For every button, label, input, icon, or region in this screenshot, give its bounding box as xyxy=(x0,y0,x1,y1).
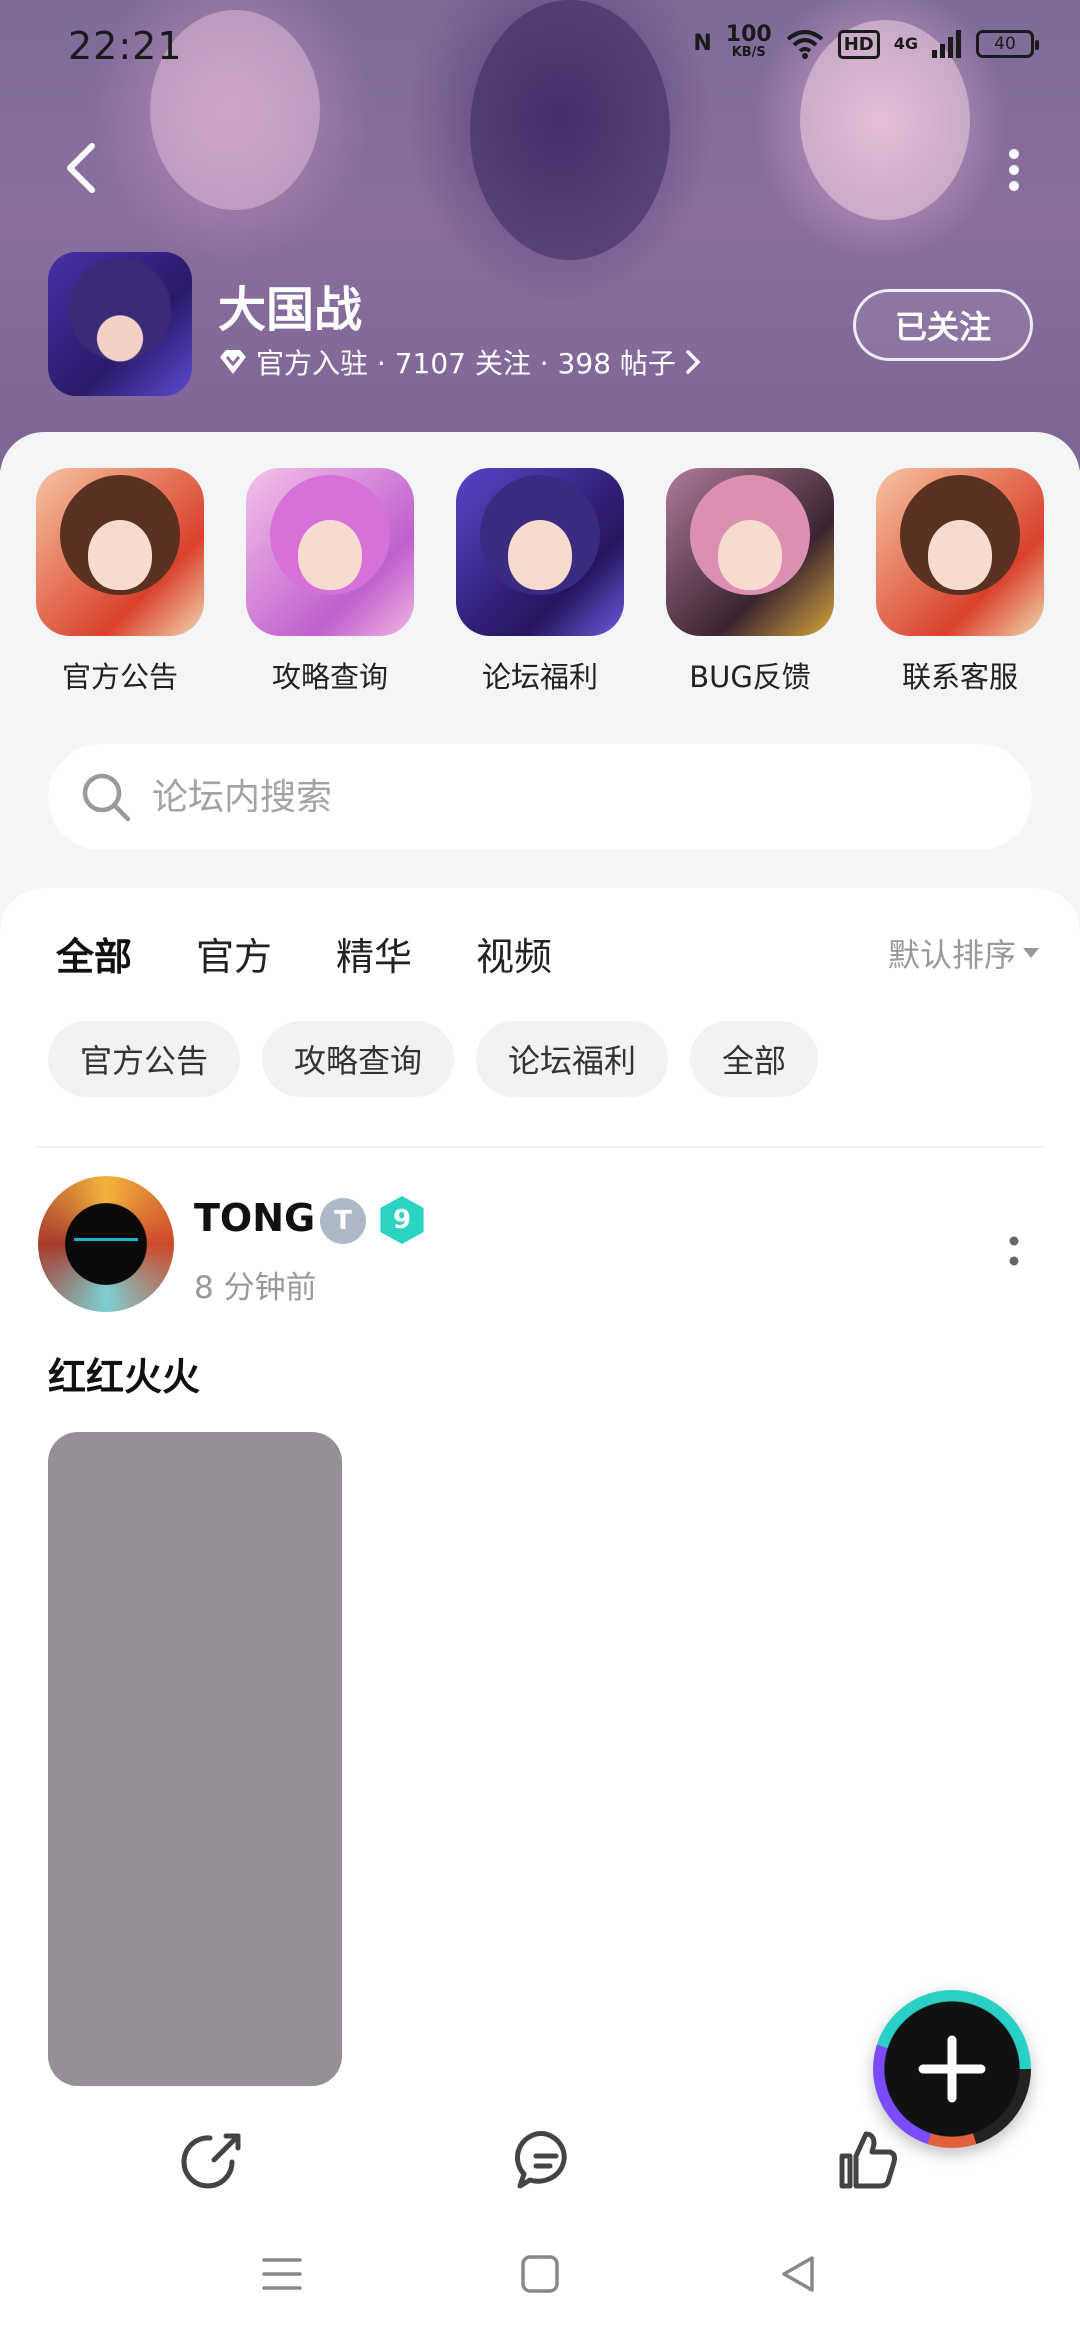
chip-all[interactable]: 全部 xyxy=(690,1021,819,1097)
more-vertical-icon[interactable] xyxy=(1006,148,1022,192)
game-title: 大国战 xyxy=(218,282,363,338)
create-post-button[interactable] xyxy=(873,1990,1031,2148)
network-speed-unit: KB/S xyxy=(731,45,766,60)
quick-link-label: 官方公告 xyxy=(61,660,178,694)
avatar[interactable] xyxy=(38,1176,174,1312)
hd-icon: HD xyxy=(837,29,880,59)
home-icon[interactable] xyxy=(516,2250,564,2298)
quick-link-thumb xyxy=(36,468,204,636)
post-text[interactable]: 红红火火 xyxy=(48,1346,200,1401)
divider xyxy=(36,1146,1044,1148)
quick-link-bug-report[interactable]: BUG反馈 xyxy=(666,468,834,696)
battery-icon: 40 xyxy=(976,30,1039,58)
game-meta[interactable]: 官方入驻 · 7107 关注 · 398 帖子 xyxy=(218,342,702,382)
search-bar[interactable] xyxy=(48,744,1032,850)
search-input[interactable] xyxy=(152,776,952,818)
status-icons: N 100 KB/S HD 4G 40 xyxy=(693,22,1039,62)
plus-icon xyxy=(918,2035,986,2103)
diamond-icon xyxy=(220,350,246,374)
chevron-right-icon xyxy=(686,350,701,374)
follow-button[interactable]: 已关注 xyxy=(853,289,1033,361)
chip-guide[interactable]: 攻略查询 xyxy=(262,1021,455,1097)
chip-welfare[interactable]: 论坛福利 xyxy=(476,1021,669,1097)
back-triangle-icon[interactable] xyxy=(774,2250,822,2298)
filter-chips: 官方公告 攻略查询 论坛福利 全部 xyxy=(48,1021,819,1097)
sort-label: 默认排序 xyxy=(887,936,1016,974)
game-avatar[interactable] xyxy=(48,252,192,396)
more-vertical-icon[interactable] xyxy=(1008,1236,1020,1266)
sort-dropdown[interactable]: 默认排序 xyxy=(888,930,1040,976)
quick-link-customer-service[interactable]: 联系客服 xyxy=(876,468,1044,696)
quick-link-thumb xyxy=(456,468,624,636)
feed-tabs: 全部 官方 精华 视频 xyxy=(56,926,552,987)
quick-link-welfare[interactable]: 论坛福利 xyxy=(456,468,624,696)
menu-icon[interactable] xyxy=(258,2250,306,2298)
status-time: 22:21 xyxy=(68,24,183,68)
post-image[interactable] xyxy=(48,1432,342,2086)
quick-link-label: 论坛福利 xyxy=(481,660,598,694)
tab-video[interactable]: 视频 xyxy=(476,926,552,981)
nfc-icon: N xyxy=(693,31,712,56)
quick-link-label: 联系客服 xyxy=(901,660,1018,694)
game-meta-text: 官方入驻 · 7107 关注 · 398 帖子 xyxy=(256,347,676,380)
tab-official[interactable]: 官方 xyxy=(196,926,272,981)
quick-link-thumb xyxy=(666,468,834,636)
share-icon[interactable] xyxy=(180,2128,244,2192)
tab-all[interactable]: 全部 xyxy=(56,926,133,987)
wifi-icon xyxy=(786,30,823,59)
quick-link-announcement[interactable]: 官方公告 xyxy=(36,468,204,696)
quick-link-label: BUG反馈 xyxy=(689,660,811,694)
search-icon xyxy=(82,773,131,822)
like-icon[interactable] xyxy=(836,2128,900,2192)
signal-label: 4G xyxy=(893,34,918,53)
avatar-pulse-line xyxy=(74,1238,138,1252)
comment-icon[interactable] xyxy=(514,2128,578,2192)
status-bar: 22:21 N 100 KB/S HD 4G 40 xyxy=(0,0,1080,96)
quick-link-thumb xyxy=(876,468,1044,636)
network-speed-value: 100 xyxy=(725,22,772,47)
quick-link-label: 攻略查询 xyxy=(271,660,388,694)
caret-down-icon xyxy=(1023,948,1039,958)
post-author[interactable]: TONG xyxy=(194,1196,315,1240)
quick-link-thumb xyxy=(246,468,414,636)
badge-icon: T xyxy=(320,1198,366,1244)
post-time: 8 分钟前 xyxy=(194,1270,317,1306)
tab-featured[interactable]: 精华 xyxy=(336,926,412,981)
quick-link-guide[interactable]: 攻略查询 xyxy=(246,468,414,696)
battery-level: 40 xyxy=(994,34,1016,54)
signal-icon xyxy=(932,30,961,58)
back-icon[interactable] xyxy=(56,140,112,196)
network-speed: 100 KB/S xyxy=(725,22,772,62)
quick-links: 官方公告 攻略查询 论坛福利 BUG反馈 联系客服 xyxy=(36,468,1044,696)
chip-announcement[interactable]: 官方公告 xyxy=(48,1021,241,1097)
